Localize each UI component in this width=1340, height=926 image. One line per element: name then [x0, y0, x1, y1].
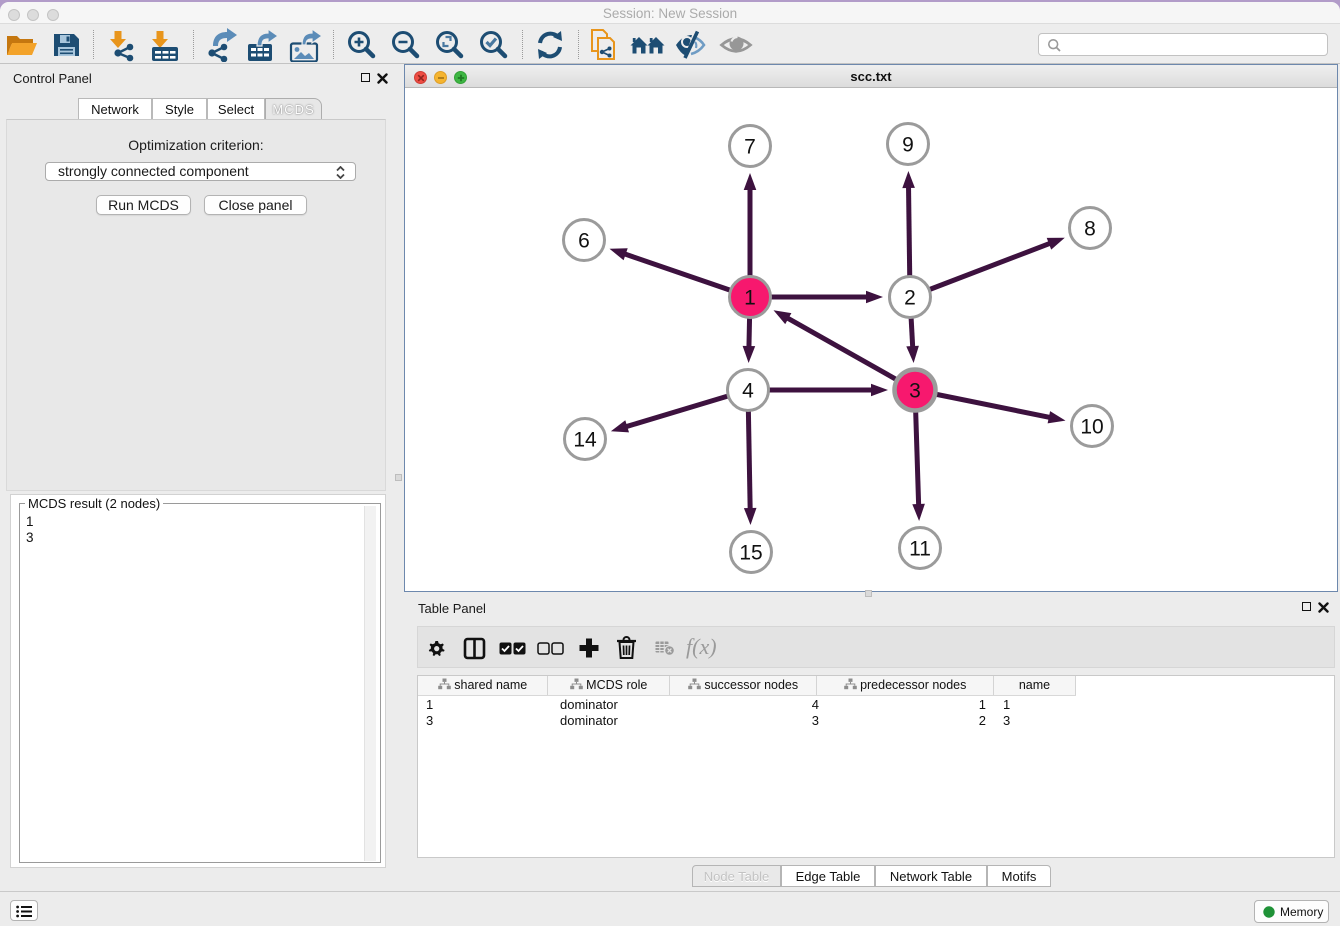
svg-text:2: 2 [904, 287, 916, 310]
svg-text:7: 7 [744, 136, 756, 159]
svg-text:3: 3 [909, 380, 921, 403]
svg-text:11: 11 [909, 538, 931, 561]
svg-text:8: 8 [1084, 218, 1096, 241]
svg-text:15: 15 [739, 542, 762, 565]
svg-text:10: 10 [1080, 416, 1103, 439]
svg-text:14: 14 [573, 429, 597, 452]
svg-text:9: 9 [902, 134, 914, 157]
svg-text:4: 4 [742, 380, 754, 403]
svg-text:1: 1 [744, 287, 756, 310]
svg-text:6: 6 [578, 230, 590, 253]
